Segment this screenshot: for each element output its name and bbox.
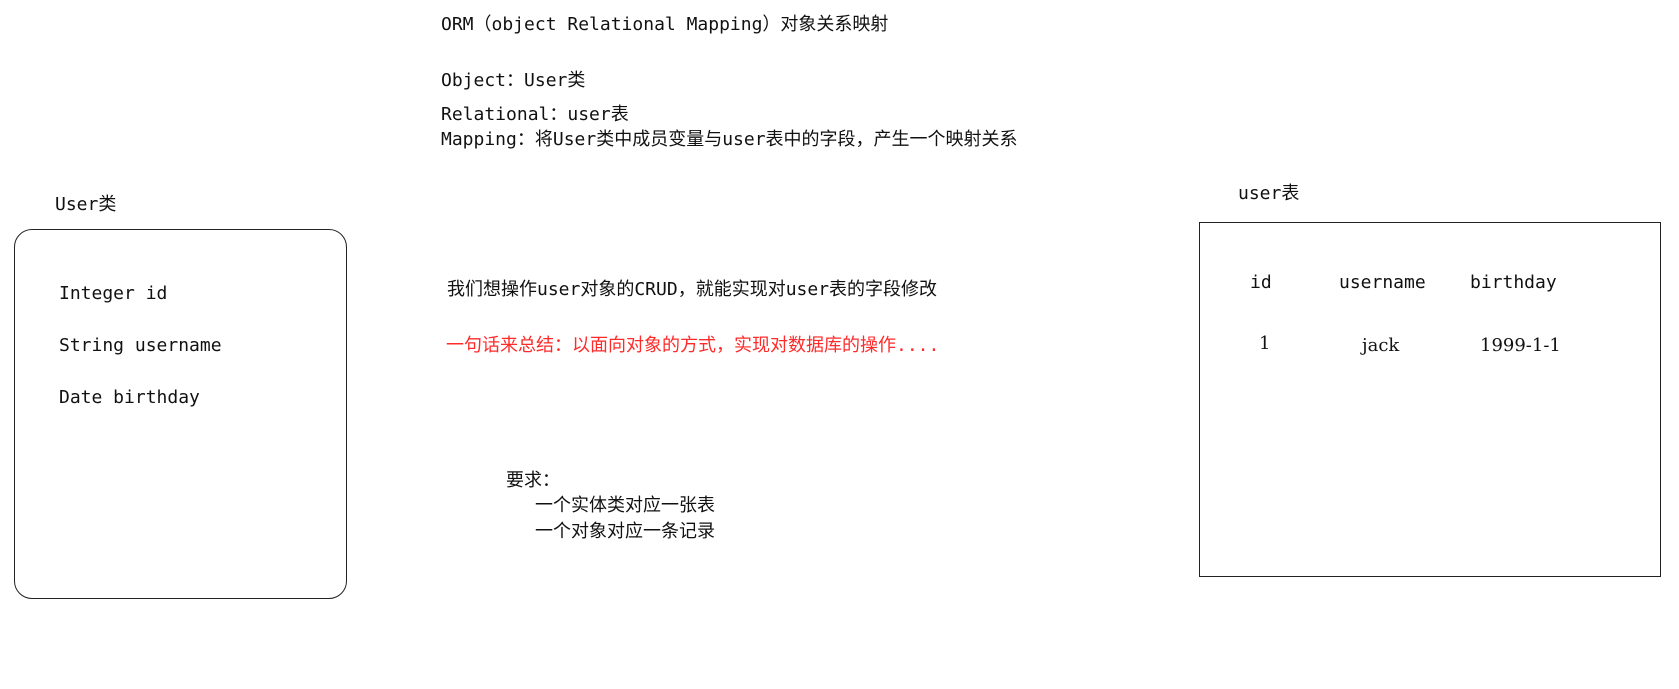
table-header-birthday: birthday: [1470, 272, 1557, 293]
orm-diagram-canvas: ORM（object Relational Mapping）对象关系映射 Obj…: [0, 0, 1679, 689]
object-line: Object：User类: [441, 70, 586, 91]
crud-explanation: 我们想操作user对象的CRUD，就能实现对user表的字段修改: [447, 279, 938, 300]
relational-line: Relational：user表: [441, 104, 629, 125]
mapping-line: Mapping：将User类中成员变量与user表中的字段，产生一个映射关系: [441, 129, 1018, 150]
requirements-title: 要求：: [506, 470, 560, 491]
table-cell-username: jack: [1362, 335, 1400, 356]
summary-text: 一句话来总结：以面向对象的方式，实现对数据库的操作....: [446, 335, 940, 356]
table-cell-id: 1: [1259, 333, 1271, 354]
class-field-id: Integer id: [59, 283, 168, 304]
requirement-item: 一个对象对应一条记录: [535, 521, 715, 542]
requirement-item: 一个实体类对应一张表: [535, 495, 715, 516]
table-header-id: id: [1250, 272, 1272, 293]
user-class-label: User类: [55, 194, 117, 215]
table-cell-birthday: 1999-1-1: [1480, 335, 1561, 356]
user-table-label: user表: [1238, 183, 1300, 204]
page-title: ORM（object Relational Mapping）对象关系映射: [441, 14, 889, 35]
table-header-username: username: [1339, 272, 1426, 293]
class-field-birthday: Date birthday: [59, 387, 200, 408]
class-field-username: String username: [59, 335, 222, 356]
